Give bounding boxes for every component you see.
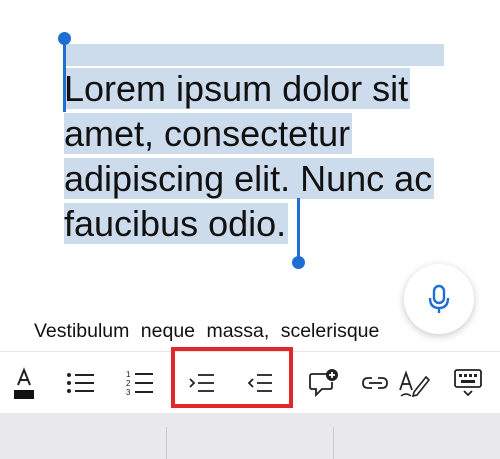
document-text-line[interactable]: Vestibulum neque massa, scelerisque (34, 318, 474, 344)
indent-buttons-highlight (171, 347, 293, 408)
numbered-list-icon: 1 2 3 (126, 370, 153, 397)
draw-button[interactable] (392, 352, 436, 414)
insert-comment-button[interactable] (302, 352, 346, 414)
bulleted-list-icon (67, 373, 94, 393)
link-icon (362, 377, 388, 389)
svg-text:1: 1 (126, 370, 131, 379)
bulleted-list-button[interactable] (59, 352, 103, 414)
pen-icon (399, 370, 430, 398)
keyboard-divider (166, 427, 167, 459)
selected-text[interactable]: Lorem ipsum dolor sit amet, consectetur … (64, 68, 435, 244)
selection-end-handle[interactable] (292, 256, 305, 269)
font-color-button[interactable] (2, 352, 46, 414)
link-button[interactable] (358, 352, 392, 414)
insert-comment-icon (309, 369, 338, 398)
dictate-button[interactable] (404, 264, 474, 334)
selected-paragraph[interactable]: Lorem ipsum dolor sit amet, consectetur … (64, 66, 484, 246)
microphone-icon (428, 284, 450, 313)
selection-highlight-top (64, 44, 444, 66)
keyboard-area (0, 413, 500, 459)
hide-keyboard-button[interactable] (446, 352, 490, 414)
svg-text:2: 2 (126, 379, 131, 388)
selection-start-caret (63, 40, 66, 112)
svg-text:3: 3 (126, 388, 131, 397)
font-color-icon (14, 367, 34, 399)
numbered-list-button[interactable]: 1 2 3 (118, 352, 162, 414)
selection-end-caret (297, 198, 300, 258)
keyboard-icon (454, 369, 482, 397)
keyboard-divider (333, 427, 334, 459)
